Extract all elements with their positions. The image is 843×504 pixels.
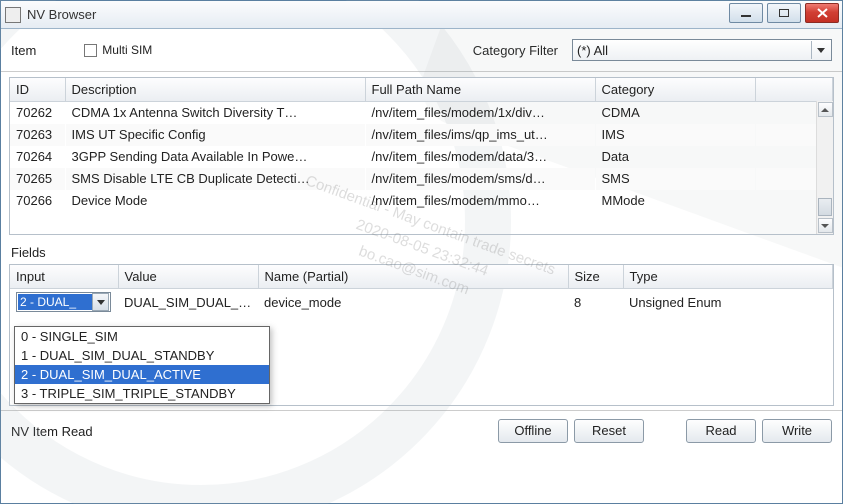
col-type[interactable]: Type (623, 265, 833, 289)
grid-scrollbar[interactable] (816, 101, 833, 234)
cell-id: 70262 (10, 102, 65, 124)
cell-id: 70263 (10, 124, 65, 146)
items-grid[interactable]: ID Description Full Path Name Category 7… (10, 78, 833, 212)
chevron-up-icon (821, 108, 829, 112)
cell-desc: Device Mode (65, 190, 365, 212)
col-name[interactable]: Name (Partial) (258, 265, 568, 289)
app-icon (5, 7, 21, 23)
cell-desc: 3GPP Sending Data Available In Powe… (65, 146, 365, 168)
dropdown-option[interactable]: 2 - DUAL_SIM_DUAL_ACTIVE (15, 365, 269, 384)
category-filter-combo[interactable]: (*) All (572, 39, 832, 61)
input-dropdown-popup[interactable]: 0 - SINGLE_SIM1 - DUAL_SIM_DUAL_STANDBY2… (14, 326, 270, 404)
scroll-down-button[interactable] (818, 218, 833, 233)
items-grid-wrap: ID Description Full Path Name Category 7… (9, 77, 834, 235)
col-value[interactable]: Value (118, 265, 258, 289)
cell-cat: IMS (595, 124, 755, 146)
input-selected-text: 2 - DUAL_ (18, 294, 92, 310)
maximize-icon (779, 9, 789, 17)
chevron-down-icon (97, 300, 105, 305)
size-cell: 8 (568, 289, 623, 316)
col-input[interactable]: Input (10, 265, 118, 289)
col-spacer (755, 78, 833, 102)
category-filter-value: (*) All (577, 43, 608, 58)
titlebar[interactable]: NV Browser (1, 1, 842, 29)
window-title: NV Browser (27, 7, 96, 22)
table-row[interactable]: 70263IMS UT Specific Config/nv/item_file… (10, 124, 833, 146)
dropdown-option[interactable]: 0 - SINGLE_SIM (15, 327, 269, 346)
multisim-checkbox-wrap[interactable]: Multi SIM (84, 43, 152, 57)
col-category[interactable]: Category (595, 78, 755, 102)
dropdown-option[interactable]: 3 - TRIPLE_SIM_TRIPLE_STANDBY (15, 384, 269, 403)
status-text: NV Item Read (11, 424, 93, 439)
cell-desc: IMS UT Specific Config (65, 124, 365, 146)
top-filter-row: Item Multi SIM Category Filter (*) All (1, 29, 842, 72)
read-button[interactable]: Read (686, 419, 756, 443)
cell-cat: SMS (595, 168, 755, 190)
input-cell[interactable]: 2 - DUAL_ (10, 289, 118, 316)
scroll-thumb[interactable] (818, 198, 832, 216)
col-description[interactable]: Description (65, 78, 365, 102)
chevron-down-icon (817, 48, 825, 53)
table-row[interactable]: 70266Device Mode/nv/item_files/modem/mmo… (10, 190, 833, 212)
cell-cat: Data (595, 146, 755, 168)
type-cell: Unsigned Enum (623, 289, 833, 316)
cell-path: /nv/item_files/modem/mmo… (365, 190, 595, 212)
input-combo[interactable]: 2 - DUAL_ (16, 292, 111, 312)
cell-desc: SMS Disable LTE CB Duplicate Detecti… (65, 168, 365, 190)
write-button[interactable]: Write (762, 419, 832, 443)
cell-id: 70265 (10, 168, 65, 190)
table-row[interactable]: 702643GPP Sending Data Available In Powe… (10, 146, 833, 168)
item-label: Item (11, 43, 36, 58)
grid-header-row[interactable]: ID Description Full Path Name Category (10, 78, 833, 102)
offline-button[interactable]: Offline (498, 419, 568, 443)
fields-row[interactable]: 2 - DUAL_ DUAL_SIM_DUAL_… device_mode 8 … (10, 289, 833, 316)
chevron-down-icon (821, 224, 829, 228)
multisim-checkbox[interactable] (84, 44, 97, 57)
dropdown-option[interactable]: 1 - DUAL_SIM_DUAL_STANDBY (15, 346, 269, 365)
close-icon (817, 8, 828, 18)
cell-desc: CDMA 1x Antenna Switch Diversity T… (65, 102, 365, 124)
fields-header-row[interactable]: Input Value Name (Partial) Size Type (10, 265, 833, 289)
minimize-button[interactable] (729, 3, 763, 23)
fields-section-label: Fields (11, 245, 832, 260)
bottom-bar: NV Item Read Offline Reset Read Write (1, 410, 842, 451)
fields-grid[interactable]: Input Value Name (Partial) Size Type 2 -… (10, 265, 833, 315)
combo-arrow[interactable] (811, 41, 829, 59)
window-controls (729, 3, 839, 23)
cell-path: /nv/item_files/modem/sms/d… (365, 168, 595, 190)
table-row[interactable]: 70262CDMA 1x Antenna Switch Diversity T…… (10, 102, 833, 124)
cell-id: 70264 (10, 146, 65, 168)
input-dropdown-button[interactable] (92, 293, 109, 311)
window: NV Browser Item Multi SIM Category Filte… (0, 0, 843, 504)
col-fullpath[interactable]: Full Path Name (365, 78, 595, 102)
minimize-icon (741, 15, 751, 17)
scroll-up-button[interactable] (818, 102, 833, 117)
maximize-button[interactable] (767, 3, 801, 23)
cell-path: /nv/item_files/modem/1x/div… (365, 102, 595, 124)
multisim-label: Multi SIM (102, 43, 152, 57)
cell-path: /nv/item_files/modem/data/3… (365, 146, 595, 168)
value-cell: DUAL_SIM_DUAL_… (118, 289, 258, 316)
cell-path: /nv/item_files/ims/qp_ims_ut… (365, 124, 595, 146)
col-id[interactable]: ID (10, 78, 65, 102)
cell-cat: CDMA (595, 102, 755, 124)
table-row[interactable]: 70265SMS Disable LTE CB Duplicate Detect… (10, 168, 833, 190)
reset-button[interactable]: Reset (574, 419, 644, 443)
cell-id: 70266 (10, 190, 65, 212)
close-button[interactable] (805, 3, 839, 23)
name-cell: device_mode (258, 289, 568, 316)
col-size[interactable]: Size (568, 265, 623, 289)
category-filter-label: Category Filter (473, 43, 558, 58)
cell-cat: MMode (595, 190, 755, 212)
